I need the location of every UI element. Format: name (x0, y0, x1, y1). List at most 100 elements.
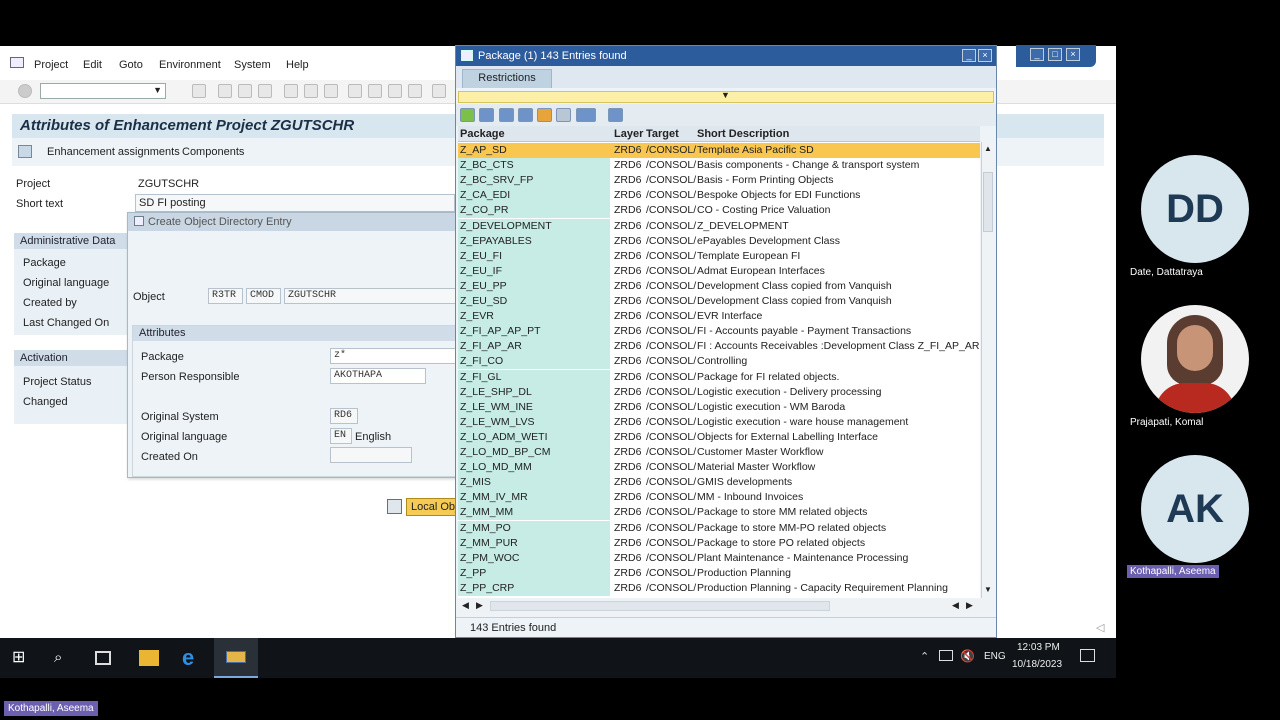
table-row[interactable]: Z_EVR ZRD6/CONSOL/EVR Interface (458, 309, 980, 325)
task-view-icon[interactable] (95, 651, 111, 665)
minimize-icon[interactable]: _ (1030, 48, 1044, 61)
enhancement-icon[interactable] (18, 145, 32, 158)
table-row[interactable]: Z_LE_SHP_DL ZRD6/CONSOL/Logistic executio… (458, 384, 980, 400)
print-icon[interactable] (284, 84, 298, 98)
save-icon[interactable] (387, 499, 402, 514)
last-page-icon[interactable] (408, 84, 422, 98)
menu-edit[interactable]: Edit (83, 59, 102, 71)
command-field[interactable]: ▼ (40, 83, 166, 99)
col-package-header[interactable]: Package (460, 128, 505, 140)
clock-date[interactable]: 10/18/2023 (1012, 659, 1062, 670)
table-row[interactable]: Z_LO_ADM_WETI ZRD6/CONSOL/Objects for Ext… (458, 429, 980, 445)
status-bar-arrow-icon[interactable]: ◁ (1096, 621, 1104, 634)
vertical-scrollbar[interactable]: ▲ ▼ (981, 142, 994, 598)
col-layer-header[interactable]: Layer (614, 128, 643, 140)
language-indicator[interactable]: ENG (984, 651, 1006, 662)
table-row[interactable]: Z_LE_WM_LVS ZRD6/CONSOL/Logistic executio… (458, 414, 980, 430)
notifications-icon[interactable] (1080, 649, 1095, 662)
tab-restrictions[interactable]: Restrictions (462, 69, 552, 88)
menu-system[interactable]: System (234, 59, 271, 71)
table-row[interactable]: Z_CO_PR ZRD6/CONSOL/CO - Costing Price Va… (458, 203, 980, 219)
restrictions-collapse-bar[interactable]: ▼ (458, 90, 994, 103)
help-icon[interactable] (556, 108, 571, 122)
scroll-left-end-icon[interactable]: ◀ (952, 600, 959, 611)
table-row[interactable]: Z_FI_AP_AR ZRD6/CONSOL/FI : Accounts Rece… (458, 339, 980, 355)
cancel-icon[interactable] (479, 108, 494, 122)
close-icon[interactable]: × (1066, 48, 1080, 61)
enter-icon[interactable] (18, 84, 32, 98)
scroll-left-icon[interactable]: ◀ (462, 600, 469, 611)
network-icon[interactable] (939, 650, 953, 661)
first-page-icon[interactable] (348, 84, 362, 98)
new-entry-icon[interactable] (608, 108, 623, 122)
table-row[interactable]: Z_EU_IF ZRD6/CONSOL/Admat European Interf… (458, 263, 980, 279)
find-next-icon[interactable] (324, 84, 338, 98)
table-row[interactable]: Z_FI_CO ZRD6/CONSOL/Controlling (458, 354, 980, 370)
col-target-header[interactable]: Target (646, 128, 679, 140)
menu-project[interactable]: Project (34, 59, 68, 71)
table-row[interactable]: Z_CA_EDI ZRD6/CONSOL/Bespoke Objects for … (458, 188, 980, 204)
col-short-description-header[interactable]: Short Description (697, 128, 789, 140)
table-row[interactable]: Z_PM_WOC ZRD6/CONSOL/Plant Maintenance - … (458, 550, 980, 566)
print-icon[interactable] (576, 108, 596, 122)
prev-page-icon[interactable] (368, 84, 382, 98)
table-row[interactable]: Z_MM_PUR ZRD6/CONSOL/Package to store PO … (458, 535, 980, 551)
menu-environment[interactable]: Environment (159, 59, 221, 71)
table-row[interactable]: Z_MM_MM ZRD6/CONSOL/Package to store MM r… (458, 505, 980, 521)
menu-help[interactable]: Help (286, 59, 309, 71)
scroll-right-end-icon[interactable]: ▶ (966, 600, 973, 611)
chevron-down-icon[interactable]: ▼ (153, 85, 162, 95)
find-next-icon[interactable] (518, 108, 533, 122)
table-row[interactable]: Z_EU_FI ZRD6/CONSOL/Template European FI (458, 248, 980, 264)
table-row[interactable]: Z_MIS ZRD6/CONSOL/GMIS developments (458, 475, 980, 491)
components-button[interactable]: Components (182, 146, 244, 158)
new-session-icon[interactable] (432, 84, 446, 98)
scroll-up-icon[interactable]: ▲ (984, 144, 992, 153)
hscroll-thumb[interactable] (490, 601, 830, 611)
menu-goto[interactable]: Goto (119, 59, 143, 71)
table-row[interactable]: Z_BC_SRV_FP ZRD6/CONSOL/Basis - Form Prin… (458, 173, 980, 189)
table-row[interactable]: Z_MM_PO ZRD6/CONSOL/Package to store MM-P… (458, 520, 980, 536)
find-icon[interactable] (304, 84, 318, 98)
save-icon[interactable] (192, 84, 206, 98)
table-row[interactable]: Z_LE_WM_INE ZRD6/CONSOL/Logistic executio… (458, 399, 980, 415)
horizontal-scrollbar[interactable]: ◀ ▶ ◀ ▶ (458, 599, 994, 613)
close-icon[interactable]: × (978, 49, 992, 62)
sap-gui-taskbar-item[interactable] (214, 638, 258, 678)
table-row[interactable]: Z_MM_IV_MR ZRD6/CONSOL/MM - Inbound Invoi… (458, 490, 980, 506)
scroll-right-icon[interactable]: ▶ (476, 600, 483, 611)
search-icon[interactable]: ⌕ (54, 648, 74, 668)
table-row[interactable]: Z_EPAYABLES ZRD6/CONSOL/ePayables Develop… (458, 233, 980, 249)
back-icon[interactable] (218, 84, 232, 98)
find-icon[interactable] (499, 108, 514, 122)
package-input[interactable]: z* (330, 348, 460, 364)
table-row[interactable]: Z_DEVELOPMENT ZRD6/CONSOL/Z_DEVELOPMENT (458, 218, 980, 234)
exit-icon[interactable] (238, 84, 252, 98)
maximize-icon[interactable]: □ (1048, 48, 1062, 61)
clock-time[interactable]: 12:03 PM (1017, 642, 1060, 653)
short-text-field[interactable]: SD FI posting (135, 194, 455, 212)
table-row[interactable]: Z_LO_MD_BP_CM ZRD6/CONSOL/Customer Master… (458, 445, 980, 460)
windows-start-icon[interactable]: ⊞ (12, 648, 32, 668)
scroll-down-icon[interactable]: ▼ (984, 585, 992, 594)
enhancement-assignments-button[interactable]: Enhancement assignments (47, 146, 180, 158)
chevron-up-icon[interactable]: ⌃ (920, 650, 929, 663)
menu-icon[interactable] (10, 57, 24, 68)
scroll-thumb[interactable] (983, 172, 993, 232)
next-page-icon[interactable] (388, 84, 402, 98)
check-icon[interactable] (460, 108, 475, 122)
file-explorer-icon[interactable] (139, 650, 159, 666)
person-responsible-input[interactable]: AKOTHAPA (330, 368, 426, 384)
table-row[interactable]: Z_EU_SD ZRD6/CONSOL/Development Class cop… (458, 294, 980, 309)
collapse-arrow-icon[interactable]: ▼ (721, 90, 730, 100)
table-row[interactable]: Z_PP_CRP ZRD6/CONSOL/Production Planning … (458, 580, 980, 596)
table-row[interactable]: Z_LO_MD_MM ZRD6/CONSOL/Material Master Wo… (458, 460, 980, 476)
table-row[interactable]: Z_FI_GL ZRD6/CONSOL/Package for FI relate… (458, 369, 980, 385)
table-row[interactable]: Z_AP_SD ZRD6/CONSOL/Template Asia Pacific… (458, 143, 980, 158)
table-row[interactable]: Z_BC_CTS ZRD6/CONSOL/Basis components - C… (458, 158, 980, 174)
cancel-icon[interactable] (258, 84, 272, 98)
table-row[interactable]: Z_EU_PP ZRD6/CONSOL/Development Class cop… (458, 278, 980, 294)
personal-list-icon[interactable] (537, 108, 552, 122)
table-row[interactable]: Z_FI_AP_AP_PT ZRD6/CONSOL/FI - Accounts p… (458, 324, 980, 340)
internet-explorer-icon[interactable]: e (182, 647, 202, 669)
